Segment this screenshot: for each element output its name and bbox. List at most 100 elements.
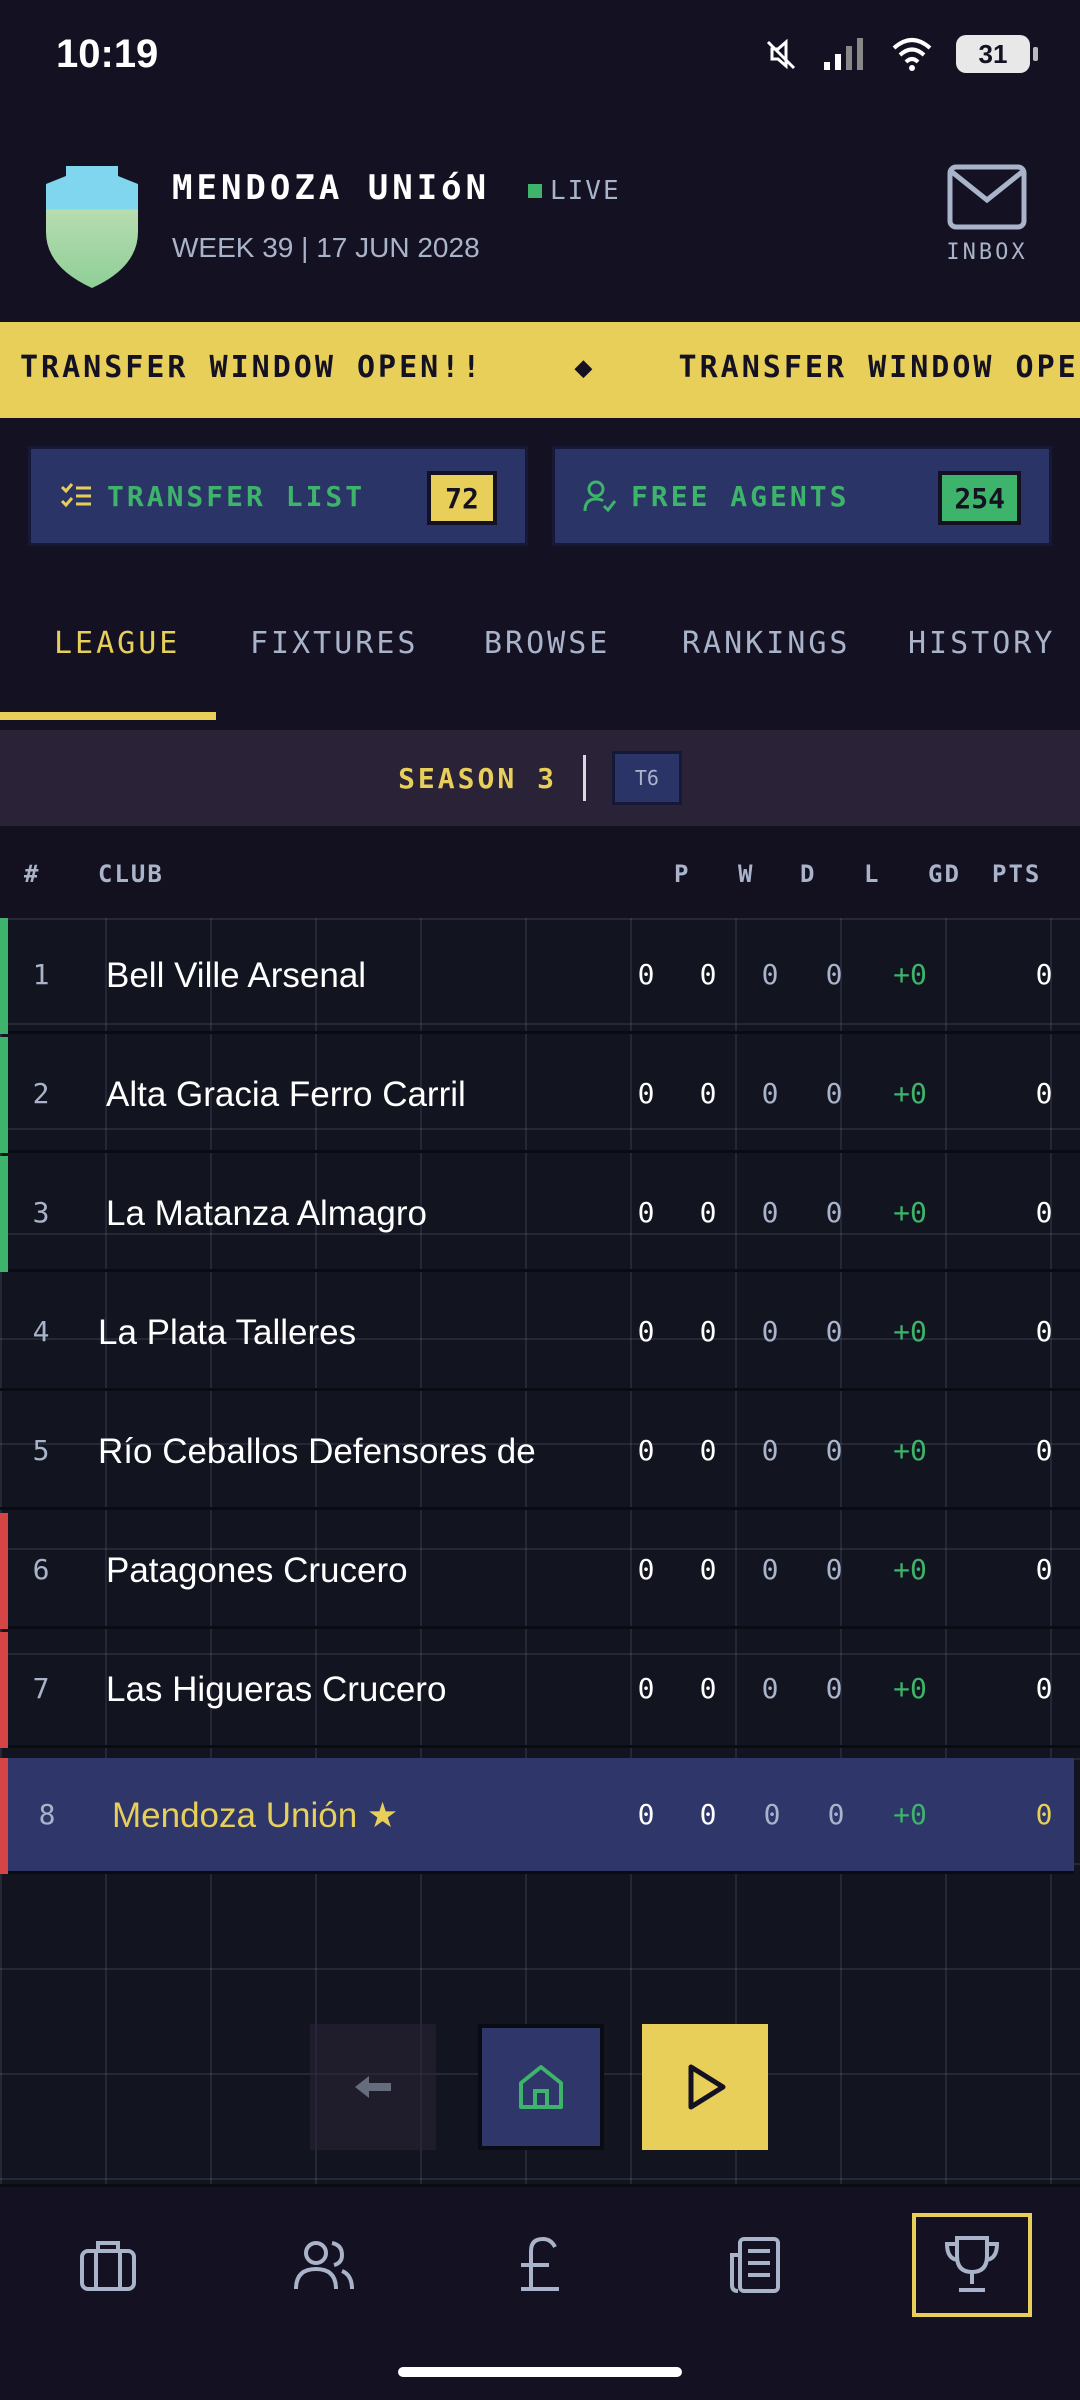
row-goal-diff: +0 [893,1672,927,1705]
row-goal-diff: +0 [893,1196,927,1229]
battery-indicator: 31 [956,35,1038,73]
row-lost: 0 [825,1315,843,1348]
header-points: PTS [992,860,1042,888]
row-club-name: Río Ceballos Defensores de [98,1432,536,1471]
transfer-list-count: 72 [427,471,497,525]
row-points: 0 [1035,1077,1053,1110]
row-lost: 0 [827,1798,845,1831]
row-lost: 0 [825,958,843,991]
row-points: 0 [1035,958,1053,991]
nav-league[interactable] [912,2213,1032,2317]
row-goal-diff: +0 [893,1553,927,1586]
row-played: 0 [637,1672,655,1705]
table-row[interactable]: 1 Bell Ville Arsenal 0 0 0 0 +0 0 [0,918,1080,1034]
row-position: 2 [32,1077,50,1110]
transfer-list-button[interactable]: TRANSFER LIST 72 [28,446,528,546]
row-club-name: La Matanza Almagro [106,1194,428,1233]
row-goal-diff: +0 [893,1077,927,1110]
row-lost: 0 [825,1672,843,1705]
briefcase-icon [80,2241,136,2291]
row-position: 8 [38,1798,56,1831]
tab-rankings[interactable]: RANKINGS [682,626,851,661]
back-arrow-icon [355,2076,391,2098]
nav-squad[interactable] [264,2213,384,2317]
wifi-icon [892,38,932,71]
row-drawn: 0 [761,1553,779,1586]
ticker-separator: ◆ [574,350,596,385]
free-agents-count: 254 [938,471,1021,525]
header-goal-diff: GD [928,860,961,888]
row-played: 0 [637,1434,655,1467]
row-won: 0 [699,958,717,991]
row-drawn: 0 [761,1315,779,1348]
row-points: 0 [1035,1798,1053,1831]
league-tabs: LEAGUE FIXTURES BROWSE RANKINGS HISTORY [0,574,1080,724]
row-played: 0 [637,1798,655,1831]
relegation-marker [0,1632,8,1748]
tier-badge[interactable]: T6 [611,751,682,805]
row-position: 5 [32,1434,50,1467]
row-played: 0 [637,1077,655,1110]
tab-browse[interactable]: BROWSE [484,626,610,661]
club-crest-icon [46,166,138,288]
row-won: 0 [699,1553,717,1586]
promotion-marker [0,1156,8,1272]
row-played: 0 [637,958,655,991]
home-indicator[interactable] [398,2367,682,2377]
mute-icon [766,38,796,70]
table-row[interactable]: 3 La Matanza Almagro 0 0 0 0 +0 0 [0,1156,1080,1272]
nav-club[interactable] [48,2213,168,2317]
header-played: P [674,860,691,888]
row-club-name: Alta Gracia Ferro Carril [106,1075,466,1114]
club-name: MENDOZA UNIóN [172,168,491,208]
mail-icon [947,164,1027,230]
row-position: 3 [32,1196,50,1229]
relegation-marker [0,1758,8,1874]
inbox-button[interactable]: INBOX [932,164,1042,274]
header-drawn: D [800,860,817,888]
row-played: 0 [637,1553,655,1586]
row-drawn: 0 [761,958,779,991]
table-row[interactable]: 7 Las Higueras Crucero 0 0 0 0 +0 0 [0,1632,1080,1748]
pound-icon [521,2236,559,2291]
table-header: # CLUB P W D L GD PTS [0,826,1080,918]
week-date-line: WEEK 39 | 17 JUN 2028 [172,232,480,263]
season-label: SEASON 3 [398,761,557,795]
live-label: LIVE [550,176,621,206]
nav-news[interactable] [696,2213,816,2317]
header-pos: # [24,860,41,888]
row-goal-diff: +0 [893,1315,927,1348]
table-row[interactable]: 4 La Plata Talleres 0 0 0 0 +0 0 [0,1275,1080,1391]
transfer-window-ticker: TRANSFER WINDOW OPEN!! ◆ TRANSFER WINDOW… [0,322,1080,418]
play-button[interactable] [642,2024,768,2150]
table-row[interactable]: 5 Río Ceballos Defensores de 0 0 0 0 +0 … [0,1394,1080,1510]
row-points: 0 [1035,1553,1053,1586]
tab-league[interactable]: LEAGUE [54,626,180,661]
back-button[interactable] [310,2024,436,2150]
ticker-message-repeat: TRANSFER WINDOW OPE [678,350,1079,385]
row-lost: 0 [825,1553,843,1586]
row-won: 0 [699,1672,717,1705]
row-points: 0 [1035,1196,1053,1229]
row-points: 0 [1035,1672,1053,1705]
home-button[interactable] [478,2024,604,2150]
row-lost: 0 [825,1077,843,1110]
table-row[interactable]: 2 Alta Gracia Ferro Carril 0 0 0 0 +0 0 [0,1037,1080,1153]
user-check-icon [583,480,617,513]
season-divider [582,755,586,801]
table-row-current-club[interactable]: 8 Mendoza Unión ★ 0 0 0 0 +0 0 [0,1758,1074,1874]
tab-fixtures[interactable]: FIXTURES [250,626,419,661]
row-position: 4 [32,1315,50,1348]
news-icon [730,2237,780,2293]
header-lost: L [864,860,881,888]
checklist-icon [60,483,91,508]
row-goal-diff: +0 [893,1434,927,1467]
users-icon [294,2241,354,2290]
table-row[interactable]: 6 Patagones Crucero 0 0 0 0 +0 0 [0,1513,1080,1629]
row-drawn: 0 [761,1672,779,1705]
tab-history[interactable]: HISTORY [908,626,1055,661]
play-icon [688,2064,726,2110]
nav-finances[interactable] [480,2213,600,2317]
free-agents-button[interactable]: FREE AGENTS 254 [552,446,1052,546]
promotion-marker [0,918,8,1034]
